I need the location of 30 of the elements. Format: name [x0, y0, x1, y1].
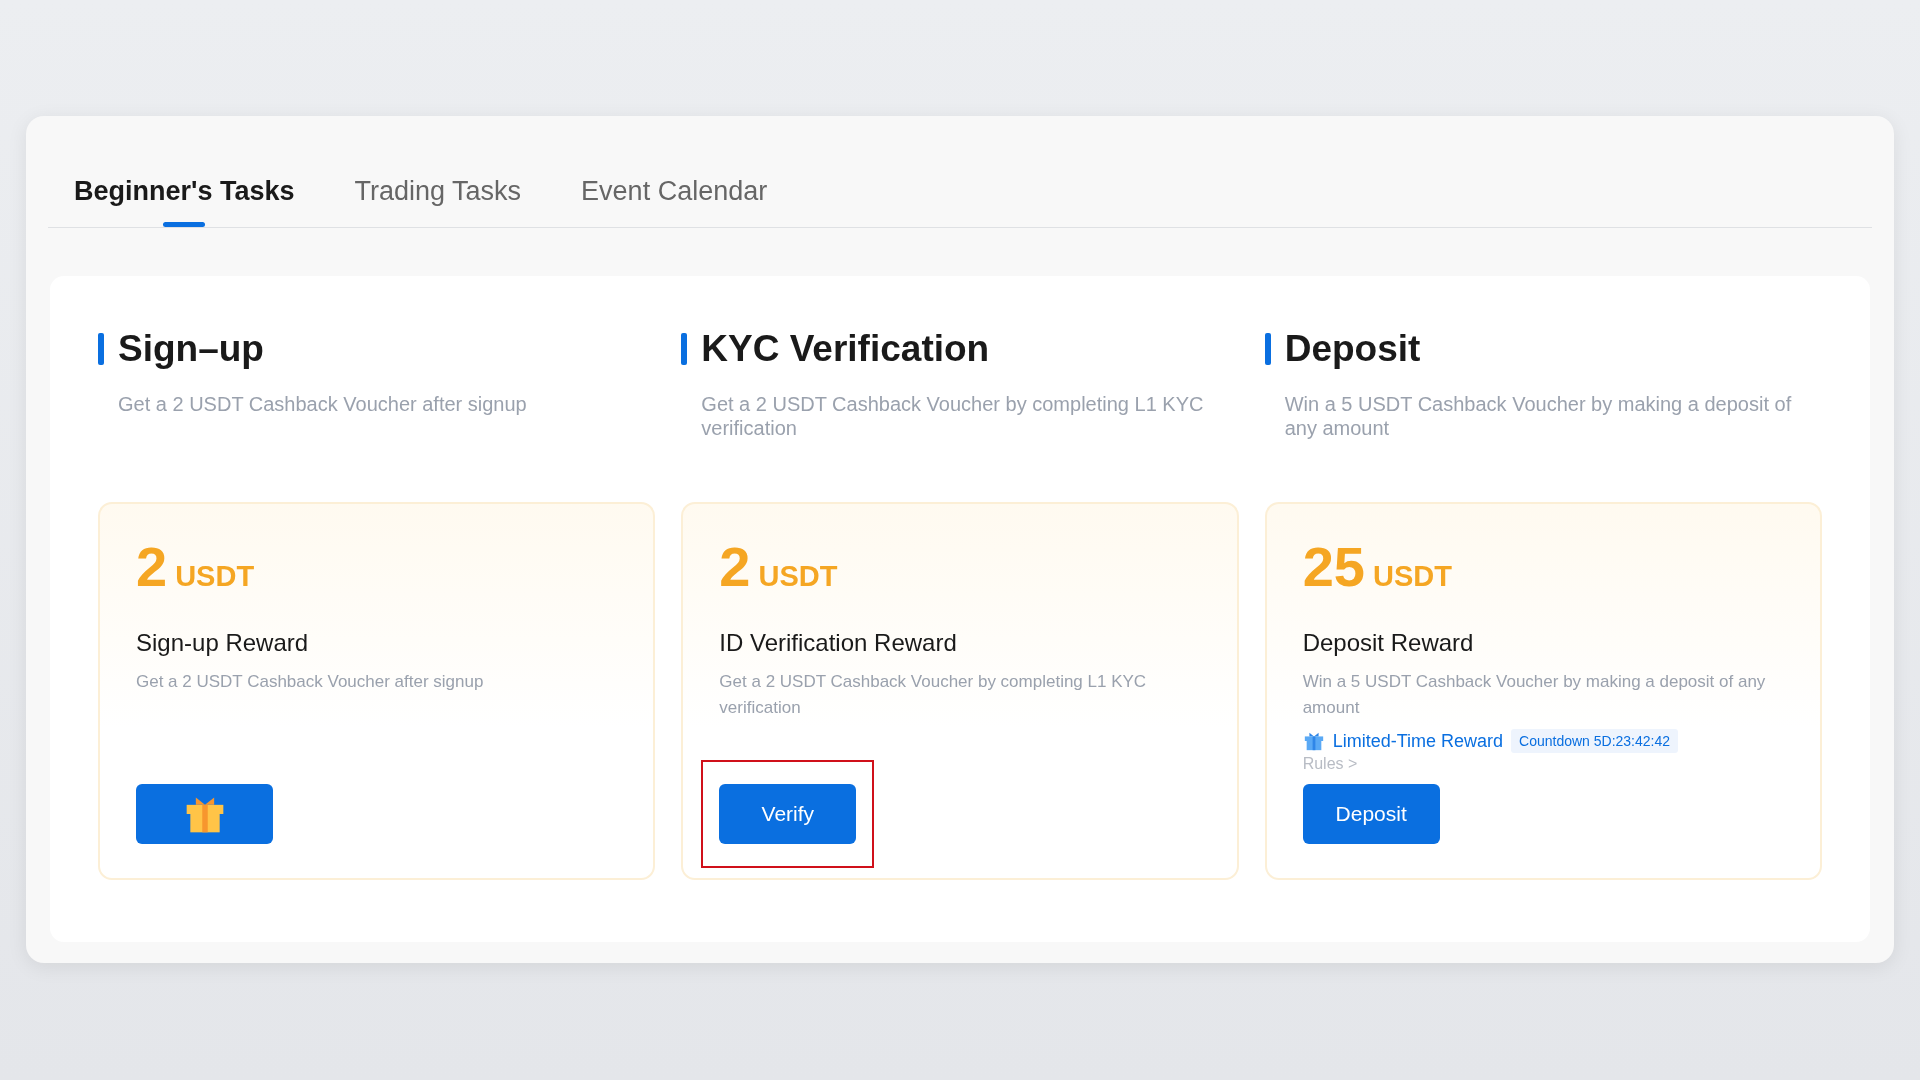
tab[interactable]: Beginner's Tasks	[74, 166, 295, 227]
task-subtitle: Get a 2 USDT Cashback Voucher after signup	[118, 392, 528, 417]
reward-title: Sign-up Reward	[136, 629, 310, 657]
accent-bar	[1264, 333, 1271, 365]
reward-amount: 2	[136, 534, 168, 599]
task-heading: KYC Verification	[701, 328, 990, 370]
reward-amount: 25	[1302, 534, 1365, 599]
promo-label: Limited-Time Reward	[1332, 730, 1504, 752]
tab[interactable]: Event Calendar	[581, 166, 768, 227]
reward-unit: USDT	[1372, 560, 1452, 593]
reward-description: Get a 2 USDT Cashback Voucher by completing L1 KYC verification	[719, 671, 1148, 719]
countdown-badge: Countdown 5D:23:42:42	[1511, 729, 1679, 753]
action-button[interactable]: Deposit	[1302, 784, 1440, 844]
action-button[interactable]: Verify	[719, 784, 857, 844]
tab[interactable]: Trading Tasks	[354, 166, 522, 227]
accent-bar	[98, 333, 104, 365]
task-heading: Deposit	[1284, 328, 1421, 370]
reward-amount: 2	[719, 534, 751, 599]
task-heading: Sign–up	[118, 328, 264, 370]
reward-title: Deposit Reward	[1302, 629, 1475, 657]
claim-button[interactable]	[136, 784, 273, 844]
reward-description: Win a 5 USDT Cashback Voucher by making a deposit of any amount	[1302, 671, 1767, 719]
gift-icon	[1302, 730, 1325, 752]
reward-unit: USDT	[758, 560, 838, 593]
accent-bar	[681, 333, 688, 365]
reward-title: ID Verification Reward	[719, 629, 958, 657]
task-subtitle: Win a 5 USDT Cashback Voucher by making a deposit of any amount	[1284, 392, 1793, 441]
task-subtitle: Get a 2 USDT Cashback Voucher by completing L1 KYC verification	[701, 392, 1205, 441]
reward-description: Get a 2 USDT Cashback Voucher after signup	[136, 671, 485, 693]
reward-unit: USDT	[175, 560, 255, 593]
